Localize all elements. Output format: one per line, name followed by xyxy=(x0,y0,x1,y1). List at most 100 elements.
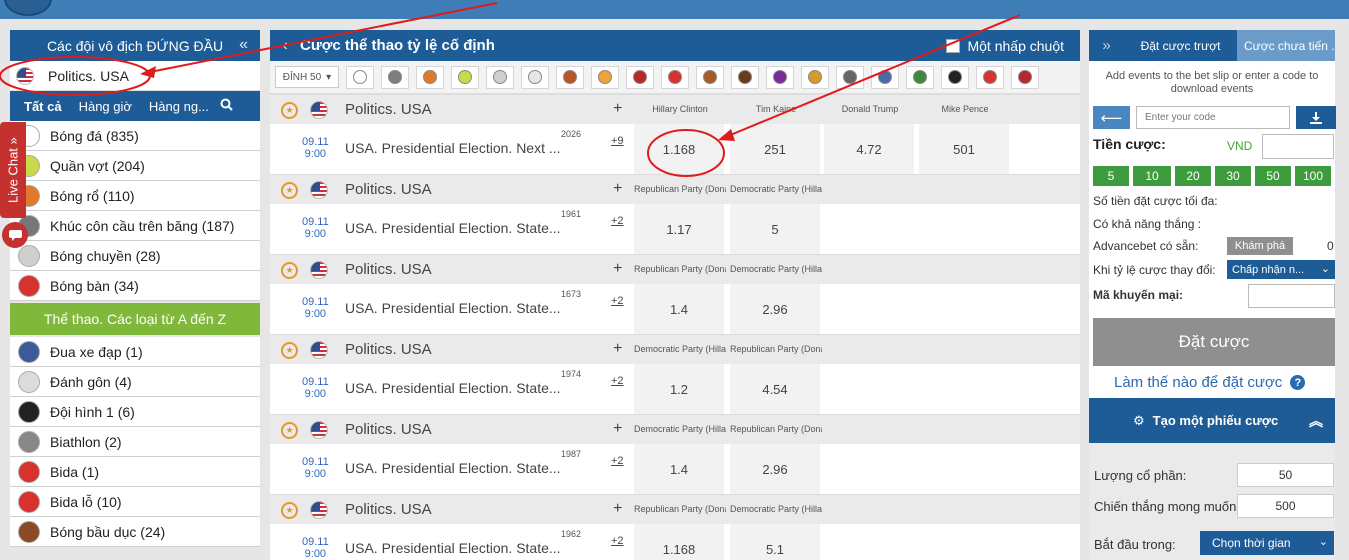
sport-filter-icon[interactable] xyxy=(941,65,969,89)
sport-filter-icon[interactable] xyxy=(346,65,374,89)
sport-filter-icon[interactable] xyxy=(626,65,654,89)
sport-item[interactable]: Bida lỗ (10) xyxy=(10,487,260,517)
sport-item[interactable]: Khúc côn cầu trên băng (187) xyxy=(10,211,260,241)
share-input[interactable]: 50 xyxy=(1237,463,1334,487)
place-bet-button[interactable]: Đặt cược xyxy=(1093,318,1335,366)
sport-filter-icon[interactable] xyxy=(486,65,514,89)
stake-chip-button[interactable]: 20 xyxy=(1175,166,1211,186)
expand-plus-icon[interactable]: + xyxy=(613,340,622,358)
expand-icon[interactable]: » xyxy=(1089,30,1124,61)
start-time-select[interactable]: Chọn thời gian ⌄ xyxy=(1200,531,1334,555)
stake-chip-button[interactable]: 50 xyxy=(1255,166,1291,186)
favorite-star-icon[interactable]: ★ xyxy=(281,502,298,519)
sport-item[interactable]: Bida (1) xyxy=(10,457,260,487)
sport-filter-icon[interactable] xyxy=(416,65,444,89)
chat-bubble-icon[interactable] xyxy=(2,222,28,248)
odds-button[interactable]: 501 xyxy=(917,124,1009,174)
tab-daily[interactable]: Hàng ng... xyxy=(149,99,209,114)
stake-chip-button[interactable]: 100 xyxy=(1295,166,1331,186)
sport-filter-icon[interactable] xyxy=(976,65,1004,89)
expand-plus-icon[interactable]: + xyxy=(613,100,622,118)
event-name[interactable]: USA. Presidential Election. State... xyxy=(345,460,561,476)
odds-button[interactable]: 1.4 xyxy=(632,284,724,334)
odds-button[interactable]: 1.168 xyxy=(632,124,724,174)
favorite-item-politics-usa[interactable]: Politics. USA xyxy=(10,61,260,91)
odds-button[interactable]: 251 xyxy=(728,124,820,174)
sport-item[interactable]: Bóng rổ (110) xyxy=(10,181,260,211)
one-click-checkbox[interactable] xyxy=(946,38,961,53)
more-markets-link[interactable]: +2 xyxy=(611,535,624,547)
favorite-star-icon[interactable]: ★ xyxy=(281,262,298,279)
promo-code-input[interactable] xyxy=(1248,284,1335,308)
odds-button[interactable]: 1.168 xyxy=(632,524,724,560)
download-icon[interactable] xyxy=(1296,106,1336,129)
event-name[interactable]: USA. Presidential Election. Next ... xyxy=(345,140,561,156)
arrow-left-icon[interactable]: ⟵ xyxy=(1093,106,1130,129)
back-chevron-icon[interactable]: ‹ xyxy=(270,37,300,55)
sport-filter-icon[interactable] xyxy=(1011,65,1039,89)
sport-item[interactable]: Biathlon (2) xyxy=(10,427,260,457)
collapse-icon[interactable]: « xyxy=(239,36,248,54)
sport-item[interactable]: Bóng đá (835) xyxy=(10,121,260,151)
sport-item[interactable]: Bóng bàn (34) xyxy=(10,271,260,301)
site-logo[interactable] xyxy=(4,0,52,16)
more-markets-link[interactable]: +9 xyxy=(611,135,624,147)
sport-filter-icon[interactable] xyxy=(661,65,689,89)
top-filter-dropdown[interactable]: ĐỈNH 50 ▾ xyxy=(275,66,339,88)
odds-button[interactable]: 4.54 xyxy=(728,364,820,414)
sport-filter-icon[interactable] xyxy=(836,65,864,89)
explore-button[interactable]: Khám phá xyxy=(1227,237,1293,255)
one-click-toggle[interactable]: Một nhấp chuột xyxy=(946,38,1064,54)
odds-button[interactable]: 1.4 xyxy=(632,444,724,494)
tab-place-bet[interactable]: Đặt cược trượt xyxy=(1124,30,1237,61)
expand-plus-icon[interactable]: + xyxy=(613,260,622,278)
sport-item[interactable]: Quần vợt (204) xyxy=(10,151,260,181)
odds-change-select[interactable]: Chấp nhận n... ⌄ xyxy=(1227,260,1335,279)
more-markets-link[interactable]: +2 xyxy=(611,295,624,307)
stake-chip-button[interactable]: 30 xyxy=(1215,166,1251,186)
stake-input[interactable] xyxy=(1262,134,1334,159)
sport-filter-icon[interactable] xyxy=(696,65,724,89)
stake-chip-button[interactable]: 10 xyxy=(1133,166,1171,186)
sport-filter-icon[interactable] xyxy=(801,65,829,89)
sport-item[interactable]: Đánh gôn (4) xyxy=(10,367,260,397)
sport-filter-icon[interactable] xyxy=(731,65,759,89)
sport-filter-icon[interactable] xyxy=(591,65,619,89)
sport-item[interactable]: Bóng chuyền (28) xyxy=(10,241,260,271)
sport-filter-icon[interactable] xyxy=(906,65,934,89)
code-input[interactable] xyxy=(1136,106,1290,129)
sport-item[interactable]: Đội hình 1 (6) xyxy=(10,397,260,427)
favorite-star-icon[interactable]: ★ xyxy=(281,102,298,119)
more-markets-link[interactable]: +2 xyxy=(611,375,624,387)
sport-filter-icon[interactable] xyxy=(871,65,899,89)
sport-item[interactable]: Bóng bầu dục (24) xyxy=(10,517,260,547)
odds-button[interactable]: 2.96 xyxy=(728,284,820,334)
tab-hourly[interactable]: Hàng giờ xyxy=(79,99,132,114)
sport-filter-icon[interactable] xyxy=(766,65,794,89)
sport-filter-icon[interactable] xyxy=(381,65,409,89)
expand-plus-icon[interactable]: + xyxy=(613,180,622,198)
stake-chip-button[interactable]: 5 xyxy=(1093,166,1129,186)
odds-button[interactable]: 2.96 xyxy=(728,444,820,494)
make-slip-header[interactable]: ⚙ Tạo một phiếu cược ︽ xyxy=(1089,398,1335,443)
tab-all[interactable]: Tất cả xyxy=(24,99,62,114)
odds-button[interactable]: 4.72 xyxy=(822,124,914,174)
odds-button[interactable]: 5.1 xyxy=(728,524,820,560)
more-markets-link[interactable]: +2 xyxy=(611,215,624,227)
sport-filter-icon[interactable] xyxy=(556,65,584,89)
more-markets-link[interactable]: +2 xyxy=(611,455,624,467)
event-name[interactable]: USA. Presidential Election. State... xyxy=(345,540,561,556)
desired-win-input[interactable]: 500 xyxy=(1237,494,1334,518)
event-name[interactable]: USA. Presidential Election. State... xyxy=(345,300,561,316)
event-name[interactable]: USA. Presidential Election. State... xyxy=(345,380,561,396)
tab-pending-bets[interactable]: Cược chưa tiến ... xyxy=(1237,30,1335,61)
favorite-star-icon[interactable]: ★ xyxy=(281,342,298,359)
search-icon[interactable] xyxy=(220,98,233,114)
sport-filter-icon[interactable] xyxy=(451,65,479,89)
odds-button[interactable]: 1.17 xyxy=(632,204,724,254)
odds-button[interactable]: 1.2 xyxy=(632,364,724,414)
sport-filter-icon[interactable] xyxy=(521,65,549,89)
expand-plus-icon[interactable]: + xyxy=(613,500,622,518)
event-name[interactable]: USA. Presidential Election. State... xyxy=(345,220,561,236)
live-chat-tab[interactable]: Live Chat » xyxy=(0,122,26,218)
